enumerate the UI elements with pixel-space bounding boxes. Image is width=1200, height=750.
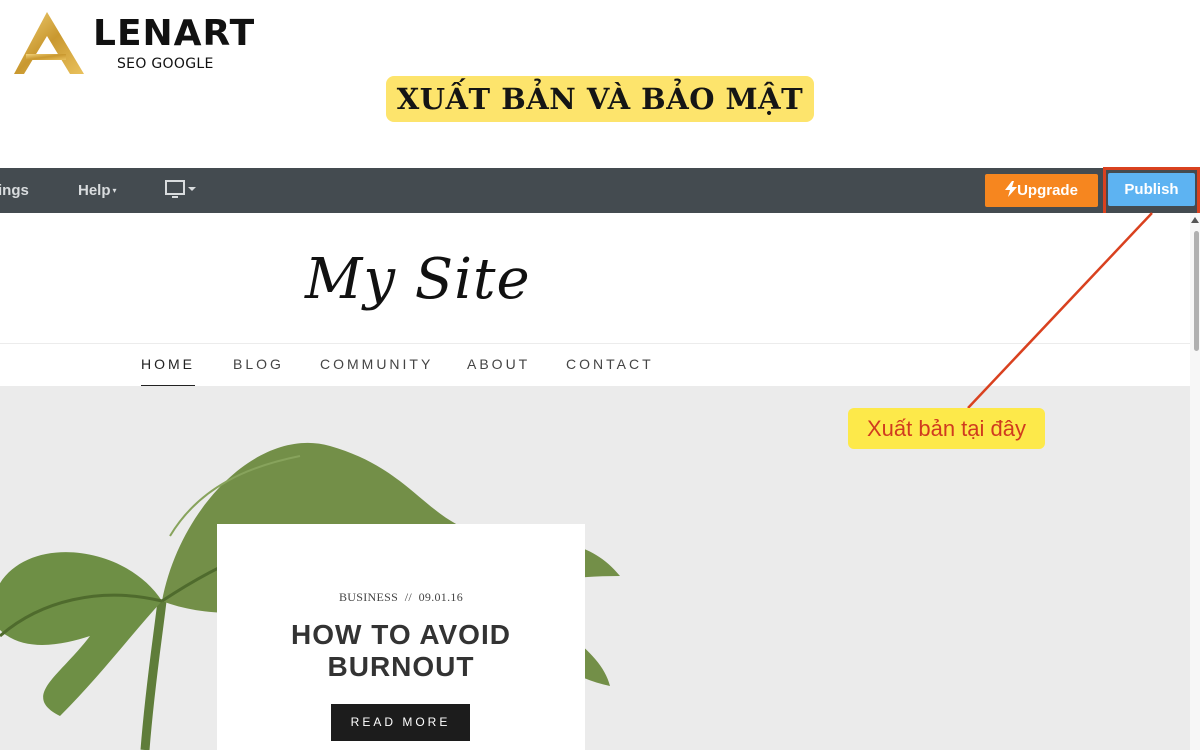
- help-menu[interactable]: Help ▾: [78, 168, 117, 213]
- publish-button-label: Publish: [1124, 181, 1179, 198]
- nav-community[interactable]: COMMUNITY: [320, 344, 433, 385]
- banner-title: XUẤT BẢN VÀ BẢO MẬT: [386, 76, 814, 122]
- nav-contact[interactable]: CONTACT: [566, 344, 654, 385]
- settings-menu-label: ings: [0, 182, 29, 199]
- monitor-icon: [165, 180, 196, 198]
- upgrade-button[interactable]: Upgrade: [985, 174, 1098, 207]
- post-title-line-2: BURNOUT: [327, 651, 475, 682]
- scrollbar[interactable]: [1190, 213, 1200, 750]
- post-title-line-1: HOW TO AVOID: [291, 619, 511, 650]
- post-meta-separator: //: [404, 590, 412, 604]
- nav-home[interactable]: HOME: [141, 344, 195, 387]
- site-header: My Site: [0, 213, 1190, 343]
- post-meta: BUSINESS // 09.01.16: [217, 590, 585, 605]
- post-category[interactable]: BUSINESS: [339, 590, 398, 604]
- featured-post-card: BUSINESS // 09.01.16 HOW TO AVOID BURNOU…: [217, 524, 585, 750]
- read-more-button[interactable]: READ MORE: [331, 704, 470, 741]
- scroll-thumb[interactable]: [1194, 231, 1199, 351]
- lightning-icon: [1005, 181, 1018, 197]
- annotation-callout: Xuất bản tại đây: [848, 408, 1045, 449]
- site-title[interactable]: My Site: [305, 247, 531, 312]
- upgrade-button-label: Upgrade: [1017, 182, 1078, 199]
- site-navigation: HOME BLOG COMMUNITY ABOUT CONTACT: [0, 343, 1190, 387]
- publish-button[interactable]: Publish: [1108, 173, 1195, 206]
- lenart-logo-icon: [14, 12, 84, 74]
- device-preview-button[interactable]: [165, 180, 197, 202]
- scroll-up-arrow-icon[interactable]: [1191, 217, 1199, 223]
- logo-subtitle: SEO GOOGLE: [117, 56, 214, 72]
- settings-menu[interactable]: ings: [0, 168, 29, 213]
- help-menu-label: Help: [78, 182, 111, 199]
- post-date: 09.01.16: [418, 590, 463, 604]
- logo-name: LENART: [93, 13, 256, 54]
- chevron-down-icon: ▾: [112, 186, 117, 195]
- post-title[interactable]: HOW TO AVOID BURNOUT: [217, 619, 585, 683]
- nav-blog[interactable]: BLOG: [233, 344, 284, 385]
- nav-about[interactable]: ABOUT: [467, 344, 530, 385]
